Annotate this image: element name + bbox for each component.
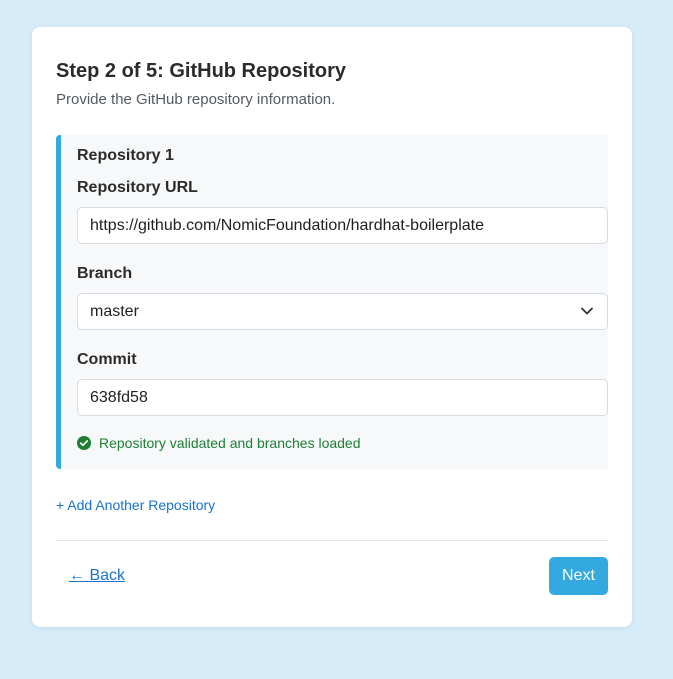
wizard-card: Step 2 of 5: GitHub Repository Provide t… xyxy=(32,27,632,627)
chevron-down-icon xyxy=(581,307,593,315)
divider xyxy=(56,540,608,541)
repository-panel: Repository 1 Repository URL Branch maste… xyxy=(56,135,608,469)
validation-status-text: Repository validated and branches loaded xyxy=(99,435,361,451)
branch-label: Branch xyxy=(77,265,133,282)
branch-select-value: master xyxy=(77,293,608,330)
commit-label: Commit xyxy=(77,351,137,368)
back-link[interactable]: ← Back xyxy=(69,567,125,585)
validation-status: Repository validated and branches loaded xyxy=(77,435,361,451)
next-button[interactable]: Next xyxy=(549,557,608,595)
repository-heading: Repository 1 xyxy=(77,147,174,164)
commit-input[interactable] xyxy=(77,379,608,416)
page-subtitle: Provide the GitHub repository informatio… xyxy=(56,91,336,108)
check-circle-icon xyxy=(77,436,91,450)
add-repository-link[interactable]: + Add Another Repository xyxy=(56,497,215,513)
repository-url-input[interactable] xyxy=(77,207,608,244)
page-title: Step 2 of 5: GitHub Repository xyxy=(56,60,347,82)
branch-select[interactable]: master xyxy=(77,293,608,330)
repository-url-label: Repository URL xyxy=(77,179,198,196)
